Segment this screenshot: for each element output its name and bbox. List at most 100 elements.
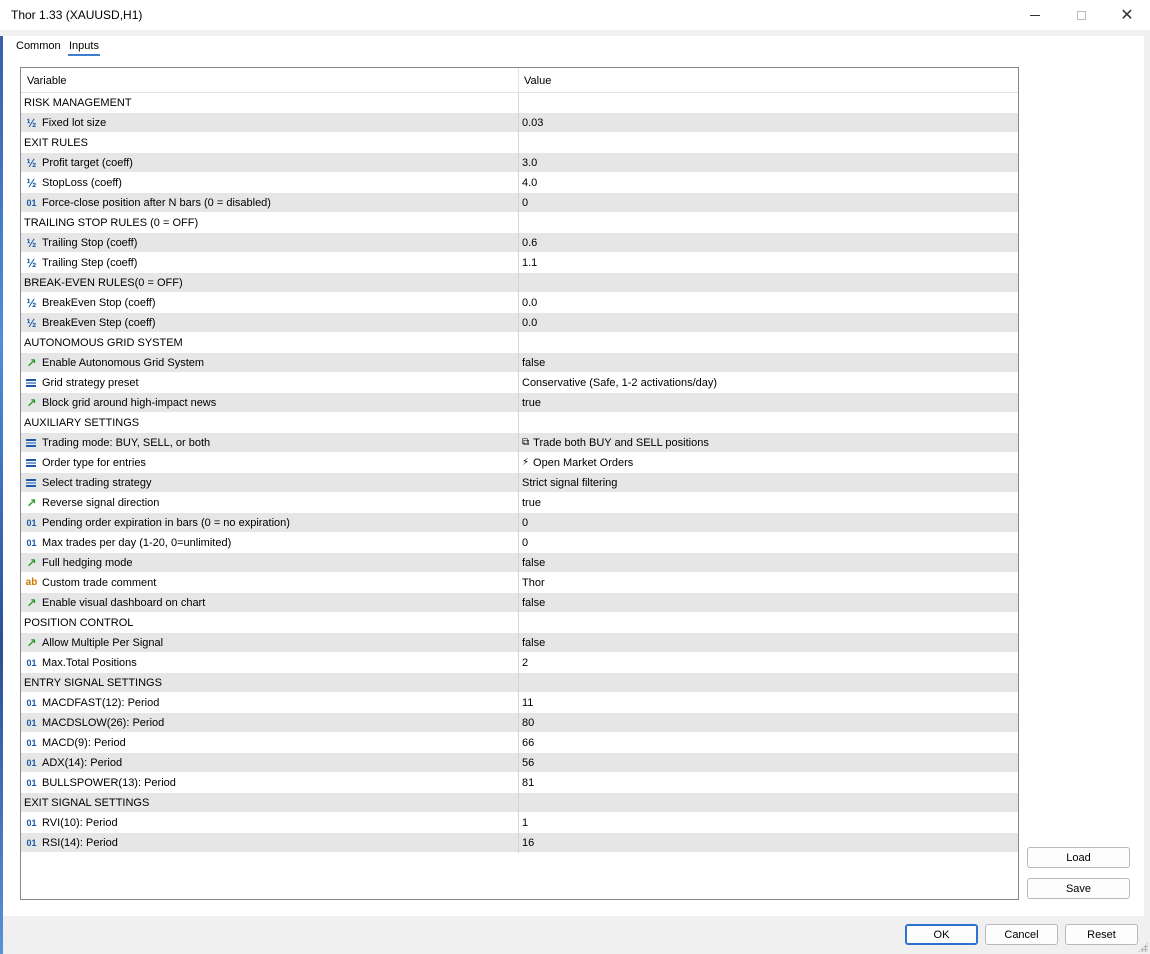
cancel-button[interactable]: Cancel bbox=[985, 924, 1058, 945]
grid-row[interactable]: 01 ADX(14): Period 56 bbox=[21, 753, 1018, 773]
value-cell[interactable]: 2 bbox=[519, 653, 1018, 673]
grid-row[interactable]: ½ BreakEven Stop (coeff) 0.0 bbox=[21, 293, 1018, 313]
value-cell[interactable]: false bbox=[519, 633, 1018, 653]
grid-row[interactable]: ↗ Block grid around high-impact news true bbox=[21, 393, 1018, 413]
grid-row[interactable]: 01 Max trades per day (1-20, 0=unlimited)… bbox=[21, 533, 1018, 553]
grid-section-row[interactable]: AUTONOMOUS GRID SYSTEM bbox=[21, 333, 1018, 353]
variable-cell: Trading mode: BUY, SELL, or both bbox=[21, 433, 519, 453]
value-cell[interactable]: 0.0 bbox=[519, 293, 1018, 313]
close-button[interactable]: ✕ bbox=[1104, 0, 1150, 30]
value-cell[interactable]: 1 bbox=[519, 813, 1018, 833]
grid-row[interactable]: 01 MACDSLOW(26): Period 80 bbox=[21, 713, 1018, 733]
value-cell[interactable]: false bbox=[519, 593, 1018, 613]
value-cell[interactable]: ⧉ Trade both BUY and SELL positions bbox=[519, 433, 1018, 453]
load-button[interactable]: Load bbox=[1027, 847, 1130, 868]
value-cell[interactable]: false bbox=[519, 553, 1018, 573]
value-cell[interactable]: false bbox=[519, 353, 1018, 373]
value-cell bbox=[519, 793, 1018, 813]
value-cell[interactable]: 16 bbox=[519, 833, 1018, 853]
value-cell[interactable]: 0 bbox=[519, 533, 1018, 553]
grid-row[interactable]: ½ Trailing Step (coeff) 1.1 bbox=[21, 253, 1018, 273]
value-cell[interactable]: 0 bbox=[519, 513, 1018, 533]
value-cell[interactable]: Conservative (Safe, 1-2 activations/day) bbox=[519, 373, 1018, 393]
value-cell[interactable]: 80 bbox=[519, 713, 1018, 733]
value-cell[interactable]: 0.6 bbox=[519, 233, 1018, 253]
grid-row[interactable]: ½ Fixed lot size 0.03 bbox=[21, 113, 1018, 133]
variable-cell: ½ Trailing Stop (coeff) bbox=[21, 233, 519, 253]
grid-section-row[interactable]: AUXILIARY SETTINGS bbox=[21, 413, 1018, 433]
grid-row[interactable]: 01 RVI(10): Period 1 bbox=[21, 813, 1018, 833]
inputs-grid[interactable]: Variable Value RISK MANAGEMENT ½ Fixed lot… bbox=[20, 67, 1019, 900]
grid-row[interactable]: ↗ Enable visual dashboard on chart false bbox=[21, 593, 1018, 613]
variable-cell: ENTRY SIGNAL SETTINGS bbox=[21, 673, 519, 693]
variable-label: Enable Autonomous Grid System bbox=[42, 357, 205, 369]
variable-cell: 01 RVI(10): Period bbox=[21, 813, 519, 833]
column-header-value[interactable]: Value bbox=[519, 68, 1018, 93]
grid-row[interactable]: 01 Pending order expiration in bars (0 = … bbox=[21, 513, 1018, 533]
grid-row[interactable]: Order type for entries ⚡ Open Market Order… bbox=[21, 453, 1018, 473]
grid-section-row[interactable]: EXIT SIGNAL SETTINGS bbox=[21, 793, 1018, 813]
value-cell[interactable]: 11 bbox=[519, 693, 1018, 713]
value-cell[interactable]: 66 bbox=[519, 733, 1018, 753]
value-cell[interactable]: ⚡ Open Market Orders bbox=[519, 453, 1018, 473]
value-cell[interactable]: 0 bbox=[519, 193, 1018, 213]
grid-row[interactable]: ↗ Full hedging mode false bbox=[21, 553, 1018, 573]
integer-icon: 01 bbox=[26, 198, 37, 208]
save-button[interactable]: Save bbox=[1027, 878, 1130, 899]
grid-row[interactable]: ½ Trailing Stop (coeff) 0.6 bbox=[21, 233, 1018, 253]
value-cell[interactable]: 0.03 bbox=[519, 113, 1018, 133]
grid-section-row[interactable]: TRAILING STOP RULES (0 = OFF) bbox=[21, 213, 1018, 233]
grid-row[interactable]: Trading mode: BUY, SELL, or both ⧉ Trade b… bbox=[21, 433, 1018, 453]
value-cell[interactable]: 3.0 bbox=[519, 153, 1018, 173]
grid-section-row[interactable]: BREAK-EVEN RULES(0 = OFF) bbox=[21, 273, 1018, 293]
grid-row[interactable]: Select trading strategy Strict signal fil… bbox=[21, 473, 1018, 493]
value-text: 56 bbox=[522, 757, 535, 769]
ok-button[interactable]: OK bbox=[905, 924, 978, 945]
grid-row[interactable]: 01 Force-close position after N bars (0 =… bbox=[21, 193, 1018, 213]
minimize-button[interactable] bbox=[1012, 0, 1058, 30]
value-cell[interactable]: true bbox=[519, 393, 1018, 413]
grid-row[interactable]: 01 BULLSPOWER(13): Period 81 bbox=[21, 773, 1018, 793]
enum-icon bbox=[24, 377, 39, 389]
grid-row[interactable]: 01 RSI(14): Period 16 bbox=[21, 833, 1018, 853]
grid-row[interactable]: ab Custom trade comment Thor bbox=[21, 573, 1018, 593]
boolean-icon: ↗ bbox=[26, 396, 37, 410]
variable-cell: Order type for entries bbox=[21, 453, 519, 473]
grid-section-row[interactable]: RISK MANAGEMENT bbox=[21, 93, 1018, 113]
grid-row[interactable]: ↗ Allow Multiple Per Signal false bbox=[21, 633, 1018, 653]
grid-row[interactable]: ½ StopLoss (coeff) 4.0 bbox=[21, 173, 1018, 193]
variable-cell: 01 BULLSPOWER(13): Period bbox=[21, 773, 519, 793]
column-header-variable[interactable]: Variable bbox=[21, 68, 519, 93]
value-cell[interactable]: 56 bbox=[519, 753, 1018, 773]
grid-row[interactable]: 01 Max.Total Positions 2 bbox=[21, 653, 1018, 673]
grid-row[interactable]: Grid strategy preset Conservative (Safe, … bbox=[21, 373, 1018, 393]
boolean-icon: ↗ bbox=[26, 496, 37, 510]
variable-label: RSI(14): Period bbox=[42, 837, 118, 849]
value-cell[interactable]: true bbox=[519, 493, 1018, 513]
grid-row[interactable]: ↗ Reverse signal direction true bbox=[21, 493, 1018, 513]
value-cell[interactable]: 1.1 bbox=[519, 253, 1018, 273]
grid-row[interactable]: ↗ Enable Autonomous Grid System false bbox=[21, 353, 1018, 373]
value-text: false bbox=[522, 637, 546, 649]
grid-section-row[interactable]: EXIT RULES bbox=[21, 133, 1018, 153]
resize-grip-icon[interactable] bbox=[1138, 942, 1148, 952]
grid-row[interactable]: 01 MACD(9): Period 66 bbox=[21, 733, 1018, 753]
value-cell[interactable]: 4.0 bbox=[519, 173, 1018, 193]
grid-section-row[interactable]: POSITION CONTROL bbox=[21, 613, 1018, 633]
variable-label: RISK MANAGEMENT bbox=[24, 97, 132, 109]
grid-section-row[interactable]: ENTRY SIGNAL SETTINGS bbox=[21, 673, 1018, 693]
tab-common[interactable]: Common bbox=[15, 39, 62, 54]
reset-button[interactable]: Reset bbox=[1065, 924, 1138, 945]
enum-icon bbox=[24, 457, 39, 469]
value-cell[interactable]: Strict signal filtering bbox=[519, 473, 1018, 493]
value-cell[interactable]: 81 bbox=[519, 773, 1018, 793]
grid-row[interactable]: ½ Profit target (coeff) 3.0 bbox=[21, 153, 1018, 173]
half-icon: ½ bbox=[26, 176, 37, 190]
variable-cell: Select trading strategy bbox=[21, 473, 519, 493]
value-cell[interactable]: Thor bbox=[519, 573, 1018, 593]
tab-inputs[interactable]: Inputs bbox=[68, 39, 100, 56]
grid-row[interactable]: 01 MACDFAST(12): Period 11 bbox=[21, 693, 1018, 713]
grid-row[interactable]: ½ BreakEven Step (coeff) 0.0 bbox=[21, 313, 1018, 333]
value-cell[interactable]: 0.0 bbox=[519, 313, 1018, 333]
value-cell bbox=[519, 413, 1018, 433]
